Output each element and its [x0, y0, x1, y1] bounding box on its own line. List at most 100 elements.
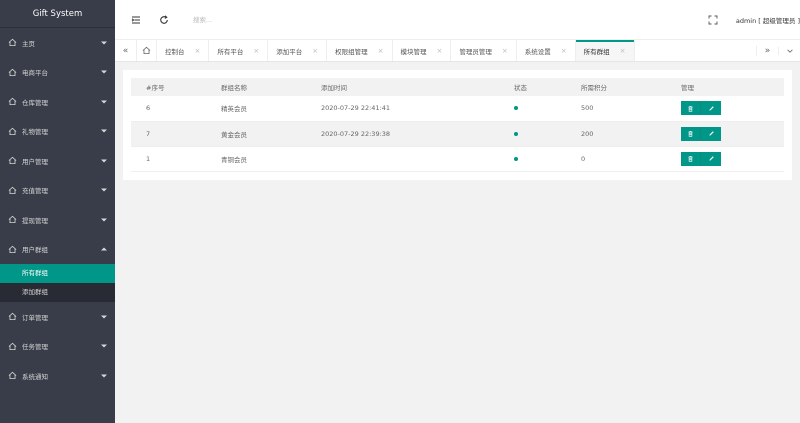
chevron-down-icon [101, 159, 107, 163]
sidebar-item-label: 电商平台 [22, 69, 48, 78]
tabs-prev-button[interactable]: « [115, 40, 137, 61]
sidebar-item-label: 主页 [22, 39, 35, 48]
status-dot [514, 106, 518, 111]
close-icon[interactable]: × [561, 47, 567, 55]
tab-system-settings[interactable]: 系统设置 × [517, 40, 576, 61]
trash-icon [688, 105, 693, 112]
cell-status [499, 96, 566, 122]
home-icon [8, 38, 17, 47]
sidebar-item-orders[interactable]: 订单管理 [0, 302, 115, 332]
fullscreen-icon[interactable] [706, 13, 720, 27]
pencil-icon [708, 106, 714, 111]
sidebar-item-warehouse[interactable]: 仓库管理 [0, 87, 115, 117]
home-icon [8, 68, 17, 77]
cell-points: 200 [566, 121, 666, 147]
row-actions [681, 151, 721, 166]
tab-label: 所有平台 [217, 47, 244, 56]
sidebar-item-withdraw[interactable]: 提现管理 [0, 205, 115, 235]
pencil-icon [708, 131, 714, 136]
sidebar-subitem-add-group[interactable]: 添加群组 [0, 283, 115, 302]
tabs-right-controls: » [756, 40, 800, 61]
chevron-down-icon [101, 188, 107, 192]
cell-actions [666, 96, 784, 122]
sidebar-item-gifts[interactable]: 礼物管理 [0, 117, 115, 147]
refresh-icon[interactable] [157, 13, 171, 27]
chevron-down-icon [101, 344, 107, 348]
sidebar-item-label: 仓库管理 [22, 98, 48, 107]
chevron-down-icon [101, 315, 107, 319]
row-actions [681, 126, 721, 141]
sidebar-item-tasks[interactable]: 任务管理 [0, 332, 115, 362]
delete-button[interactable] [681, 126, 701, 141]
cell-name: 精英会员 [206, 96, 306, 122]
tab-modules[interactable]: 模块管理 × [393, 40, 452, 61]
tab-all-platforms[interactable]: 所有平台 × [209, 40, 269, 61]
chevron-down-icon [101, 41, 107, 45]
cell-time: 2020-07-29 22:39:38 [306, 121, 499, 147]
chevron-down-icon [101, 218, 107, 222]
close-icon[interactable]: × [620, 47, 626, 55]
sidebar-item-label: 用户群组 [22, 246, 48, 255]
sidebar-item-label: 用户管理 [22, 157, 48, 166]
sidebar-item-ecommerce[interactable]: 电商平台 [0, 58, 115, 88]
sidebar-item-user-groups[interactable]: 用户群组 [0, 234, 115, 264]
col-points: 所需积分 [566, 78, 666, 96]
edit-button[interactable] [701, 101, 721, 116]
sidebar-item-home[interactable]: 主页 [0, 28, 115, 58]
delete-button[interactable] [681, 151, 701, 166]
tab-console[interactable]: 控制台 × [157, 40, 210, 61]
close-icon[interactable]: × [253, 47, 259, 55]
cell-time: 2020-07-29 22:41:41 [306, 96, 499, 122]
cell-status [499, 121, 566, 147]
tab-add-platform[interactable]: 添加平台 × [268, 40, 328, 61]
home-icon [8, 215, 17, 224]
sidebar-item-recharge[interactable]: 充值管理 [0, 176, 115, 206]
tab-all-groups[interactable]: 所有群组 × [575, 40, 635, 61]
search-input[interactable] [193, 13, 313, 27]
tab-label: 添加平台 [276, 47, 303, 56]
tabs-next-button[interactable]: » [756, 45, 778, 56]
sidebar-item-label: 提现管理 [22, 216, 48, 225]
sidebar-item-users[interactable]: 用户管理 [0, 146, 115, 176]
tab-label: 权限组管理 [335, 47, 368, 56]
cell-status [499, 146, 566, 172]
user-menu[interactable]: admin [ 超级管理员 ] [736, 15, 800, 25]
home-icon [8, 127, 17, 136]
table-header-row: #序号 群组名称 添加时间 状态 所需积分 管理 [131, 78, 784, 96]
chevron-up-icon [101, 247, 107, 251]
chevron-down-icon [101, 374, 107, 378]
edit-button[interactable] [701, 151, 721, 166]
edit-button[interactable] [701, 126, 721, 141]
home-icon [8, 186, 17, 195]
sidebar-nav: 主页 电商平台 仓库管理 礼物管理 用户管理 充值管理 提现管理 用户群组 所有… [0, 28, 115, 391]
sidebar-subitem-all-groups[interactable]: 所有群组 [0, 264, 115, 283]
status-dot [514, 131, 518, 136]
close-icon[interactable]: × [378, 47, 384, 55]
status-dot [514, 156, 518, 161]
close-icon[interactable]: × [312, 47, 318, 55]
tab-home[interactable] [137, 40, 157, 61]
tabs-menu-button[interactable] [778, 46, 800, 55]
sidebar-item-notifications[interactable]: 系统通知 [0, 361, 115, 391]
cell-id: 6 [131, 96, 206, 122]
cell-actions [666, 146, 784, 172]
cell-id: 7 [131, 121, 206, 147]
col-name: 群组名称 [206, 78, 306, 96]
tab-admins[interactable]: 管理员管理 × [451, 40, 517, 61]
close-icon[interactable]: × [195, 47, 201, 55]
delete-button[interactable] [681, 101, 701, 116]
home-icon [142, 46, 151, 55]
tab-permission-groups[interactable]: 权限组管理 × [327, 40, 393, 61]
home-icon [8, 245, 17, 254]
groups-table: #序号 群组名称 添加时间 状态 所需积分 管理 6 精英会员 2020-07-… [131, 78, 784, 172]
chevron-down-icon [101, 70, 107, 74]
table-row: 1 青铜会员 0 [131, 146, 784, 172]
sidebar-item-label: 任务管理 [22, 343, 48, 352]
menu-toggle-icon[interactable] [129, 13, 143, 27]
close-icon[interactable]: × [502, 47, 508, 55]
close-icon[interactable]: × [437, 47, 443, 55]
col-status: 状态 [499, 78, 566, 96]
cell-points: 0 [566, 146, 666, 172]
home-icon [8, 342, 17, 351]
table-row: 7 黄金会员 2020-07-29 22:39:38 200 [131, 121, 784, 147]
